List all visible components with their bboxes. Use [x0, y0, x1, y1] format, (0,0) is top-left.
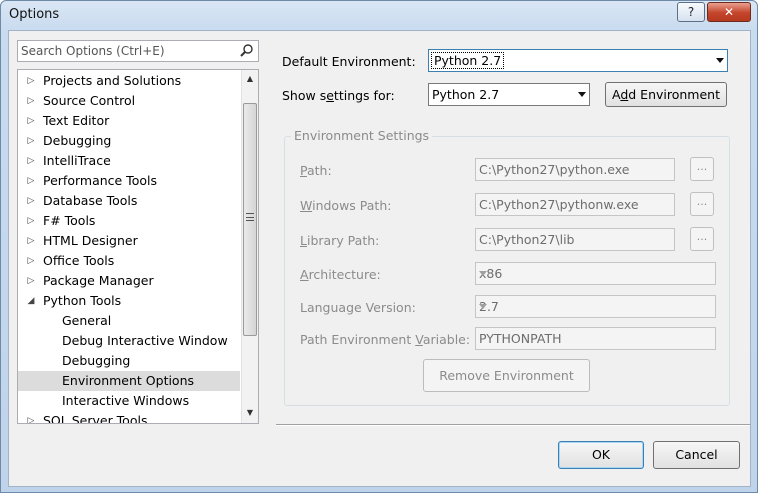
- path-env-variable-field[interactable]: PYTHONPATH: [475, 327, 716, 350]
- language-version-label: Language Version:: [300, 300, 416, 315]
- chevron-down-icon: [479, 304, 487, 309]
- library-path-browse-button[interactable]: ...: [690, 227, 714, 251]
- expand-arrow-icon[interactable]: ▷: [25, 191, 37, 211]
- tree-item-label: Interactive Windows: [62, 393, 190, 408]
- tree-item[interactable]: Debug Interactive Window: [18, 331, 240, 351]
- footer-separator: [276, 424, 750, 426]
- tree-item-label: Projects and Solutions: [43, 73, 182, 88]
- tree-item[interactable]: Environment Options: [18, 371, 240, 391]
- tree-item-label: Package Manager: [43, 273, 154, 288]
- cancel-button[interactable]: Cancel: [653, 441, 740, 469]
- path-field[interactable]: C:\Python27\python.exe: [475, 158, 675, 181]
- tree-item[interactable]: ▷ Database Tools: [18, 191, 240, 211]
- tree-item-label: HTML Designer: [43, 233, 138, 248]
- tree-item-label: IntelliTrace: [43, 153, 111, 168]
- tree-item-label: Text Editor: [43, 113, 110, 128]
- tree-item[interactable]: Interactive Windows: [18, 391, 240, 411]
- remove-environment-button[interactable]: Remove Environment: [423, 359, 590, 392]
- expand-arrow-icon[interactable]: ▷: [25, 151, 37, 171]
- ok-button[interactable]: OK: [558, 441, 644, 469]
- tree-item[interactable]: ▷ SQL Server Tools: [18, 411, 240, 424]
- tree-item[interactable]: ▷ Office Tools: [18, 251, 240, 271]
- path-env-variable-label: Path Environment Variable:: [300, 332, 471, 347]
- tree-list: ▷ Projects and Solutions ▷ Source Control ▷ T…: [18, 71, 240, 424]
- scroll-up-arrow[interactable]: ▲: [242, 70, 258, 87]
- options-tree[interactable]: ▷ Projects and Solutions ▷ Source Control ▷ T…: [17, 69, 259, 424]
- path-label: Path:: [300, 163, 332, 178]
- chevron-down-icon: [578, 92, 586, 97]
- windows-path-label: Windows Path:: [300, 198, 392, 213]
- architecture-label: Architecture:: [300, 267, 381, 282]
- tree-item[interactable]: ◢ Python Tools: [18, 291, 240, 311]
- close-button[interactable]: ✕: [707, 2, 751, 22]
- language-version-select[interactable]: 2.7: [475, 295, 716, 318]
- search-input[interactable]: [21, 43, 233, 59]
- tree-item[interactable]: ▷ Package Manager: [18, 271, 240, 291]
- tree-item-label: F# Tools: [43, 213, 96, 228]
- expand-arrow-icon[interactable]: ▷: [25, 111, 37, 131]
- tree-item-label: Debugging: [43, 133, 112, 148]
- tree-item-label: Debugging: [62, 353, 131, 368]
- default-environment-select[interactable]: Python 2.7: [428, 49, 728, 72]
- windows-path-field[interactable]: C:\Python27\pythonw.exe: [475, 193, 675, 216]
- expand-arrow-icon[interactable]: ▷: [25, 271, 37, 291]
- tree-item[interactable]: ▷ F# Tools: [18, 211, 240, 231]
- tree-item-label: Database Tools: [43, 193, 138, 208]
- expand-arrow-icon[interactable]: ▷: [25, 71, 37, 91]
- expand-arrow-icon[interactable]: ▷: [25, 411, 37, 423]
- add-environment-button[interactable]: Add Environment: [605, 82, 727, 107]
- library-path-field[interactable]: C:\Python27\lib: [475, 228, 675, 251]
- expand-arrow-icon[interactable]: ▷: [25, 251, 37, 271]
- expand-arrow-icon[interactable]: ▷: [25, 211, 37, 231]
- expand-arrow-icon[interactable]: ▷: [25, 231, 37, 251]
- tree-item[interactable]: ▷ Text Editor: [18, 111, 240, 131]
- path-browse-button[interactable]: ...: [690, 157, 714, 181]
- tree-item[interactable]: Debugging: [18, 351, 240, 371]
- tree-item[interactable]: ▷ Debugging: [18, 131, 240, 151]
- search-icon[interactable]: [239, 42, 255, 60]
- expand-arrow-icon[interactable]: ▷: [25, 131, 37, 151]
- scroll-down-arrow[interactable]: ▼: [242, 404, 258, 421]
- window-title: Options: [9, 7, 60, 22]
- tree-item-label: Environment Options: [62, 373, 195, 388]
- title-bar[interactable]: Options ? ✕: [1, 1, 757, 29]
- show-settings-for-label: Show settings for:: [282, 88, 395, 103]
- architecture-select[interactable]: x86: [475, 262, 716, 285]
- default-environment-label: Default Environment:: [282, 54, 416, 69]
- tree-item[interactable]: ▷ Source Control: [18, 91, 240, 111]
- chevron-down-icon: [479, 271, 487, 276]
- scrollbar-grip-icon: [246, 213, 254, 221]
- tree-item[interactable]: ▷ Projects and Solutions: [18, 71, 240, 91]
- tree-item[interactable]: ▷ IntelliTrace: [18, 151, 240, 171]
- expand-arrow-icon[interactable]: ▷: [25, 171, 37, 191]
- windows-path-browse-button[interactable]: ...: [690, 192, 714, 216]
- search-box[interactable]: [17, 40, 259, 62]
- tree-item[interactable]: General: [18, 311, 240, 331]
- tree-item-label: Python Tools: [43, 293, 122, 308]
- default-environment-value: Python 2.7: [431, 52, 505, 69]
- help-button[interactable]: ?: [677, 2, 705, 22]
- tree-item-label: Office Tools: [43, 253, 115, 268]
- dialog-client-area: ▷ Projects and Solutions ▷ Source Control ▷ T…: [8, 30, 751, 487]
- chevron-down-icon: [716, 58, 724, 63]
- library-path-label: Library Path:: [300, 233, 380, 248]
- show-settings-for-value: Python 2.7: [432, 87, 500, 102]
- tree-item-label: SQL Server Tools: [43, 413, 148, 424]
- collapse-arrow-icon[interactable]: ◢: [25, 291, 37, 311]
- scrollbar-thumb[interactable]: [243, 103, 257, 336]
- tree-item-label: Performance Tools: [43, 173, 157, 188]
- tree-item-label: Debug Interactive Window: [62, 333, 228, 348]
- tree-item-label: General: [62, 313, 112, 328]
- environment-settings-title: Environment Settings: [291, 128, 433, 143]
- tree-item-label: Source Control: [43, 93, 136, 108]
- options-dialog: Options ? ✕ ▷ Projects and Solutions ▷ Sour…: [0, 0, 758, 493]
- expand-arrow-icon[interactable]: ▷: [25, 91, 37, 111]
- tree-item[interactable]: ▷ HTML Designer: [18, 231, 240, 251]
- tree-item[interactable]: ▷ Performance Tools: [18, 171, 240, 191]
- show-settings-for-select[interactable]: Python 2.7: [428, 83, 590, 106]
- tree-scrollbar[interactable]: ▲ ▼: [241, 70, 258, 423]
